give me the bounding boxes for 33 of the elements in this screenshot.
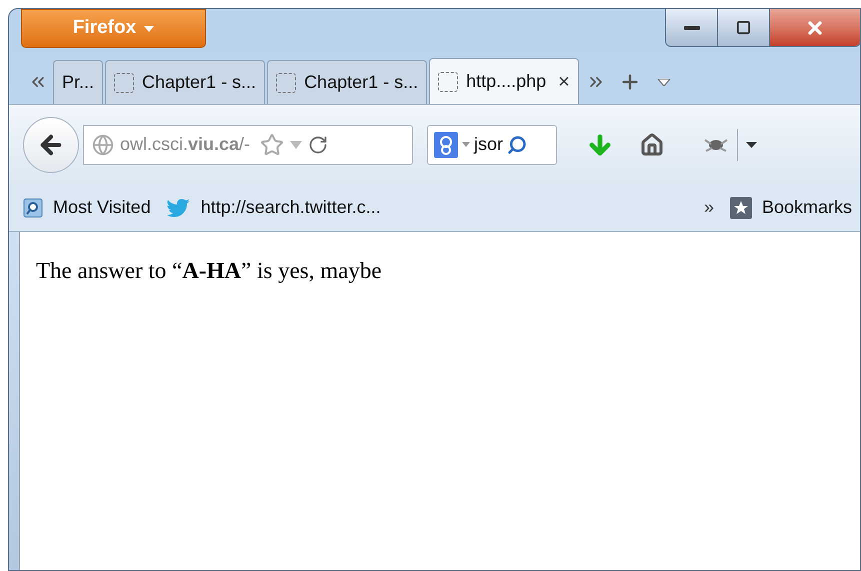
tab-title: Chapter1 - s... — [142, 71, 256, 94]
tab[interactable]: Chapter1 - s... — [105, 60, 266, 104]
bookmark-item[interactable]: http://search.twitter.c... — [166, 194, 381, 221]
caret-icon — [658, 78, 670, 86]
globe-icon — [92, 134, 114, 156]
more-bookmarks-button[interactable]: » — [704, 194, 714, 221]
minimize-icon — [684, 26, 700, 30]
bookmark-item[interactable]: Most Visited — [23, 194, 151, 221]
caret-icon — [290, 140, 302, 148]
answer-text: The answer to “A-HA” is yes, maybe — [36, 257, 383, 285]
close-tab-button[interactable]: × — [558, 66, 570, 96]
maximize-button[interactable] — [718, 9, 770, 46]
search-engine-icon — [434, 132, 458, 158]
close-button[interactable] — [770, 9, 860, 46]
bookmarks-menu-button[interactable]: Bookmarks — [730, 194, 852, 221]
bookmark-star-icon[interactable] — [260, 132, 284, 156]
search-icon[interactable] — [507, 134, 528, 154]
tab-title: Pr... — [62, 71, 94, 94]
minimize-button[interactable] — [666, 9, 718, 46]
reload-icon[interactable] — [308, 134, 328, 154]
caret-icon — [462, 142, 470, 147]
search-field[interactable]: jsor — [427, 124, 557, 164]
tab-title: Chapter1 - s... — [304, 71, 418, 94]
tab[interactable]: http....php × — [429, 58, 579, 104]
bird-icon — [166, 198, 191, 216]
tab-title: http....php — [466, 70, 546, 93]
magnifier-icon — [23, 198, 43, 218]
caret-icon — [144, 26, 154, 32]
address-field[interactable]: owl.csci.viu.ca/- — [83, 124, 413, 164]
caret-icon — [746, 142, 756, 148]
maximize-icon — [736, 20, 751, 35]
tab[interactable]: Pr... — [53, 60, 104, 104]
tab[interactable]: Chapter1 - s... — [267, 60, 428, 104]
